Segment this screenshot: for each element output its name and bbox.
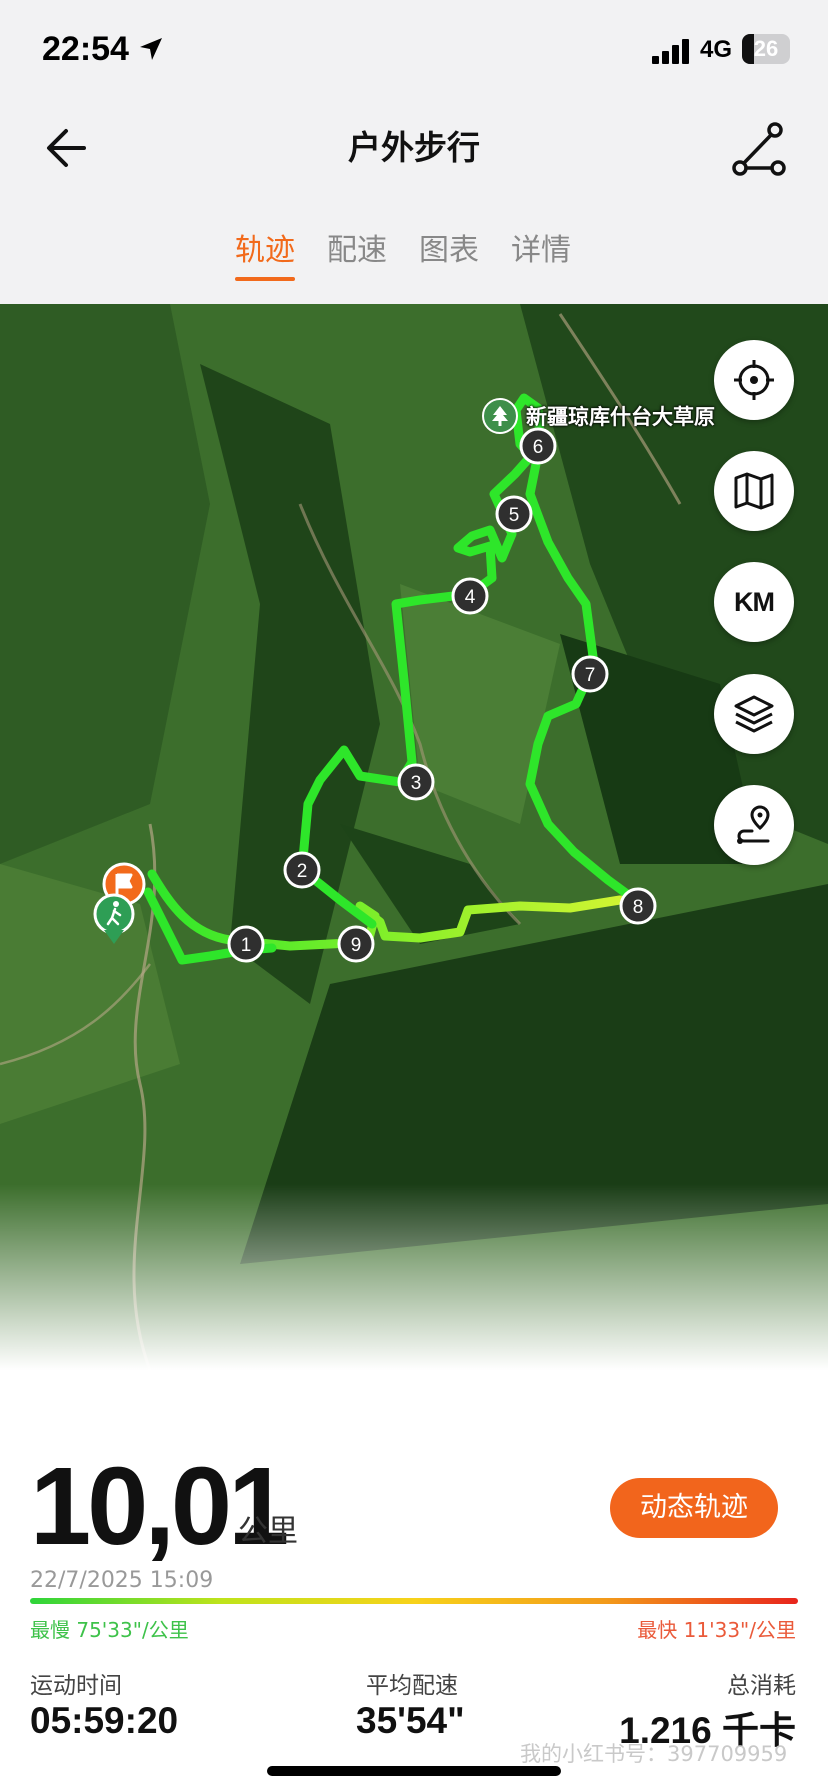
calories-label: 总消耗 (727, 1673, 796, 1699)
route-marker-6: 6 (519, 427, 557, 465)
map-fade (0, 1184, 828, 1370)
svg-text:3: 3 (411, 773, 422, 794)
watermark: 我的小红书号：397709959 (520, 1742, 788, 1766)
layers-icon (734, 695, 774, 733)
map-style-button[interactable] (714, 451, 794, 531)
route-marker-8: 8 (619, 887, 657, 925)
km-label: KM (734, 586, 775, 617)
svg-text:8: 8 (633, 897, 644, 918)
km-markers-button[interactable]: KM (714, 562, 794, 642)
route-marker-7: 7 (571, 655, 609, 693)
dynamic-track-button[interactable]: 动态轨迹 (610, 1478, 778, 1538)
tree-icon (482, 398, 518, 434)
home-indicator[interactable] (267, 1766, 561, 1776)
svg-text:7: 7 (585, 665, 596, 686)
locate-button[interactable] (714, 340, 794, 420)
poi-label[interactable]: 新疆琼库什台大草原 (482, 398, 715, 434)
route-marker-3: 3 (397, 763, 435, 801)
duration-value: 05:59:20 (30, 1700, 179, 1741)
slowest-pace: 最慢 75'33"/公里 (30, 1618, 189, 1642)
route-marker-1: 1 (227, 925, 265, 963)
poi-name: 新疆琼库什台大草原 (526, 405, 715, 429)
svg-text:1: 1 (241, 935, 252, 956)
map-view[interactable]: 1 2 3 4 5 6 7 8 9 新疆琼库什台大草原 KM (0, 304, 828, 1370)
battery-level: 26 (753, 36, 779, 61)
svg-text:2: 2 (297, 861, 308, 882)
route-marker-9: 9 (337, 925, 375, 963)
svg-text:4: 4 (465, 587, 476, 608)
map-icon (734, 472, 774, 510)
battery-icon: 26 (742, 34, 790, 64)
status-time: 22:54 (42, 30, 129, 68)
route-marker-2: 2 (283, 851, 321, 889)
tab-pace[interactable]: 配速 (327, 225, 387, 279)
status-bar: 22:54 4G 26 (0, 0, 828, 100)
location-arrow-icon (140, 38, 162, 60)
svg-text:6: 6 (533, 437, 544, 458)
nav-bar: 户外步行 轨迹 配速 图表 详情 (0, 100, 828, 304)
route-share-icon[interactable] (728, 118, 790, 180)
route-marker-4: 4 (451, 577, 489, 615)
tab-details[interactable]: 详情 (511, 225, 571, 279)
fastest-pace: 最快 11'33"/公里 (637, 1618, 796, 1642)
distance-unit: 公里 (238, 1514, 298, 1549)
duration-label: 运动时间 (30, 1673, 122, 1699)
svg-text:5: 5 (509, 505, 520, 526)
avg-pace-label: 平均配速 (366, 1673, 458, 1699)
route-marker-5: 5 (495, 495, 533, 533)
avg-pace-value: 35'54" (356, 1700, 465, 1741)
route-pin-icon (737, 805, 770, 844)
route-pin-button[interactable] (714, 785, 794, 865)
pace-gradient-bar (30, 1598, 798, 1604)
tab-track[interactable]: 轨迹 (235, 225, 295, 281)
tab-charts[interactable]: 图表 (419, 225, 479, 279)
activity-date: 22/7/2025 15:09 (30, 1568, 214, 1593)
crosshair-icon (734, 360, 774, 400)
network-type: 4G (700, 36, 733, 63)
svg-text:9: 9 (351, 935, 362, 956)
layers-button[interactable] (714, 674, 794, 754)
signal-icon (652, 39, 689, 64)
page-title: 户外步行 (348, 128, 480, 167)
tab-bar: 轨迹 配速 图表 详情 (235, 225, 571, 281)
